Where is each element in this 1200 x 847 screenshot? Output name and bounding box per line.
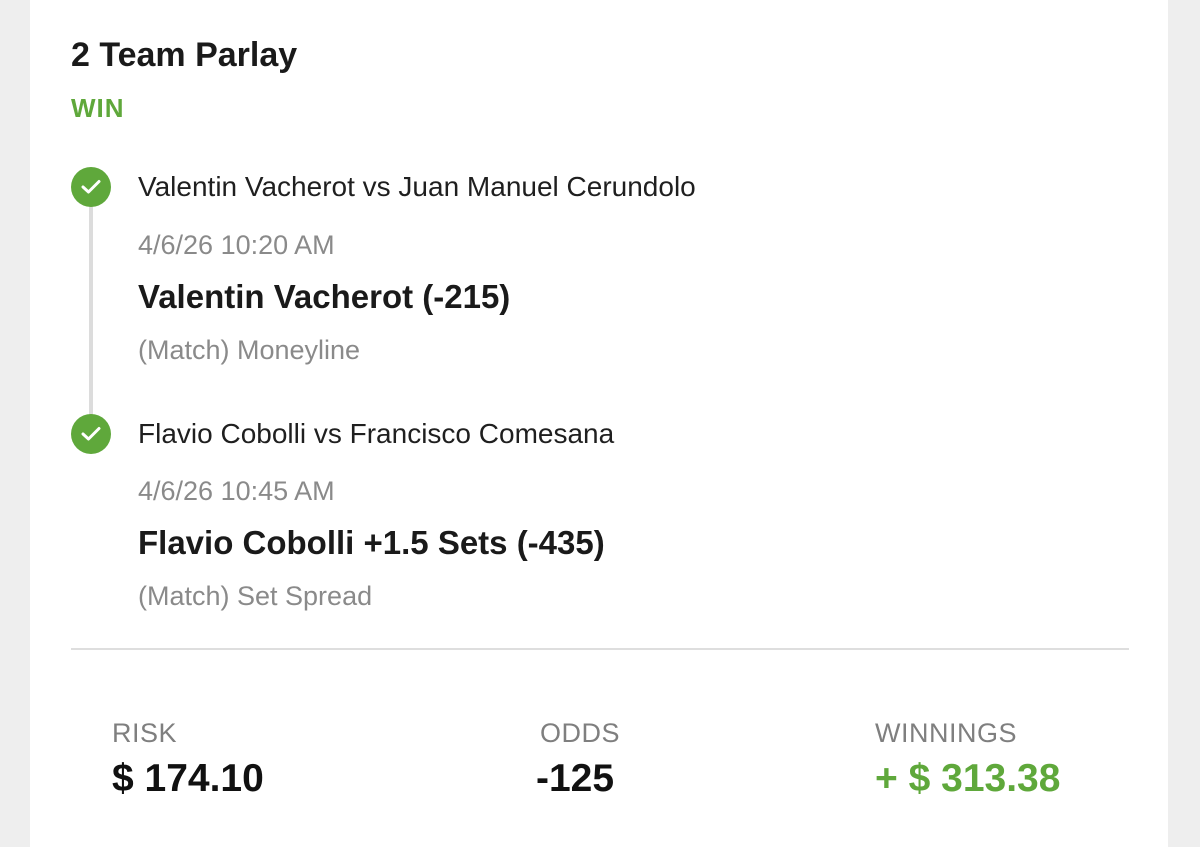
leg-market: (Match) Set Spread <box>138 581 373 611</box>
leg-matchup: Flavio Cobolli vs Francisco Comesana <box>138 418 615 449</box>
bet-card: 2 Team Parlay WIN Valentin Vacherot vs J… <box>30 0 1168 847</box>
risk-value: $ 174.10 <box>112 757 264 800</box>
winnings-label: WINNINGS <box>875 718 1017 748</box>
odds-label: ODDS <box>540 718 621 748</box>
check-icon <box>71 414 111 454</box>
leg-datetime: 4/6/26 10:45 AM <box>138 476 335 506</box>
winnings-value: + $ 313.38 <box>875 757 1061 800</box>
timeline-connector <box>89 190 93 430</box>
leg-matchup: Valentin Vacherot vs Juan Manuel Cerundo… <box>138 171 696 202</box>
leg-pick: Valentin Vacherot (-215) <box>138 278 511 315</box>
bet-status-badge: WIN <box>71 93 125 123</box>
bet-title: 2 Team Parlay <box>71 36 298 74</box>
leg-datetime: 4/6/26 10:20 AM <box>138 230 335 260</box>
leg-pick: Flavio Cobolli +1.5 Sets (-435) <box>138 524 605 561</box>
odds-value: -125 <box>536 757 615 800</box>
leg-market: (Match) Moneyline <box>138 335 361 365</box>
summary-divider <box>71 648 1129 650</box>
check-icon <box>71 167 111 207</box>
risk-label: RISK <box>112 718 178 748</box>
